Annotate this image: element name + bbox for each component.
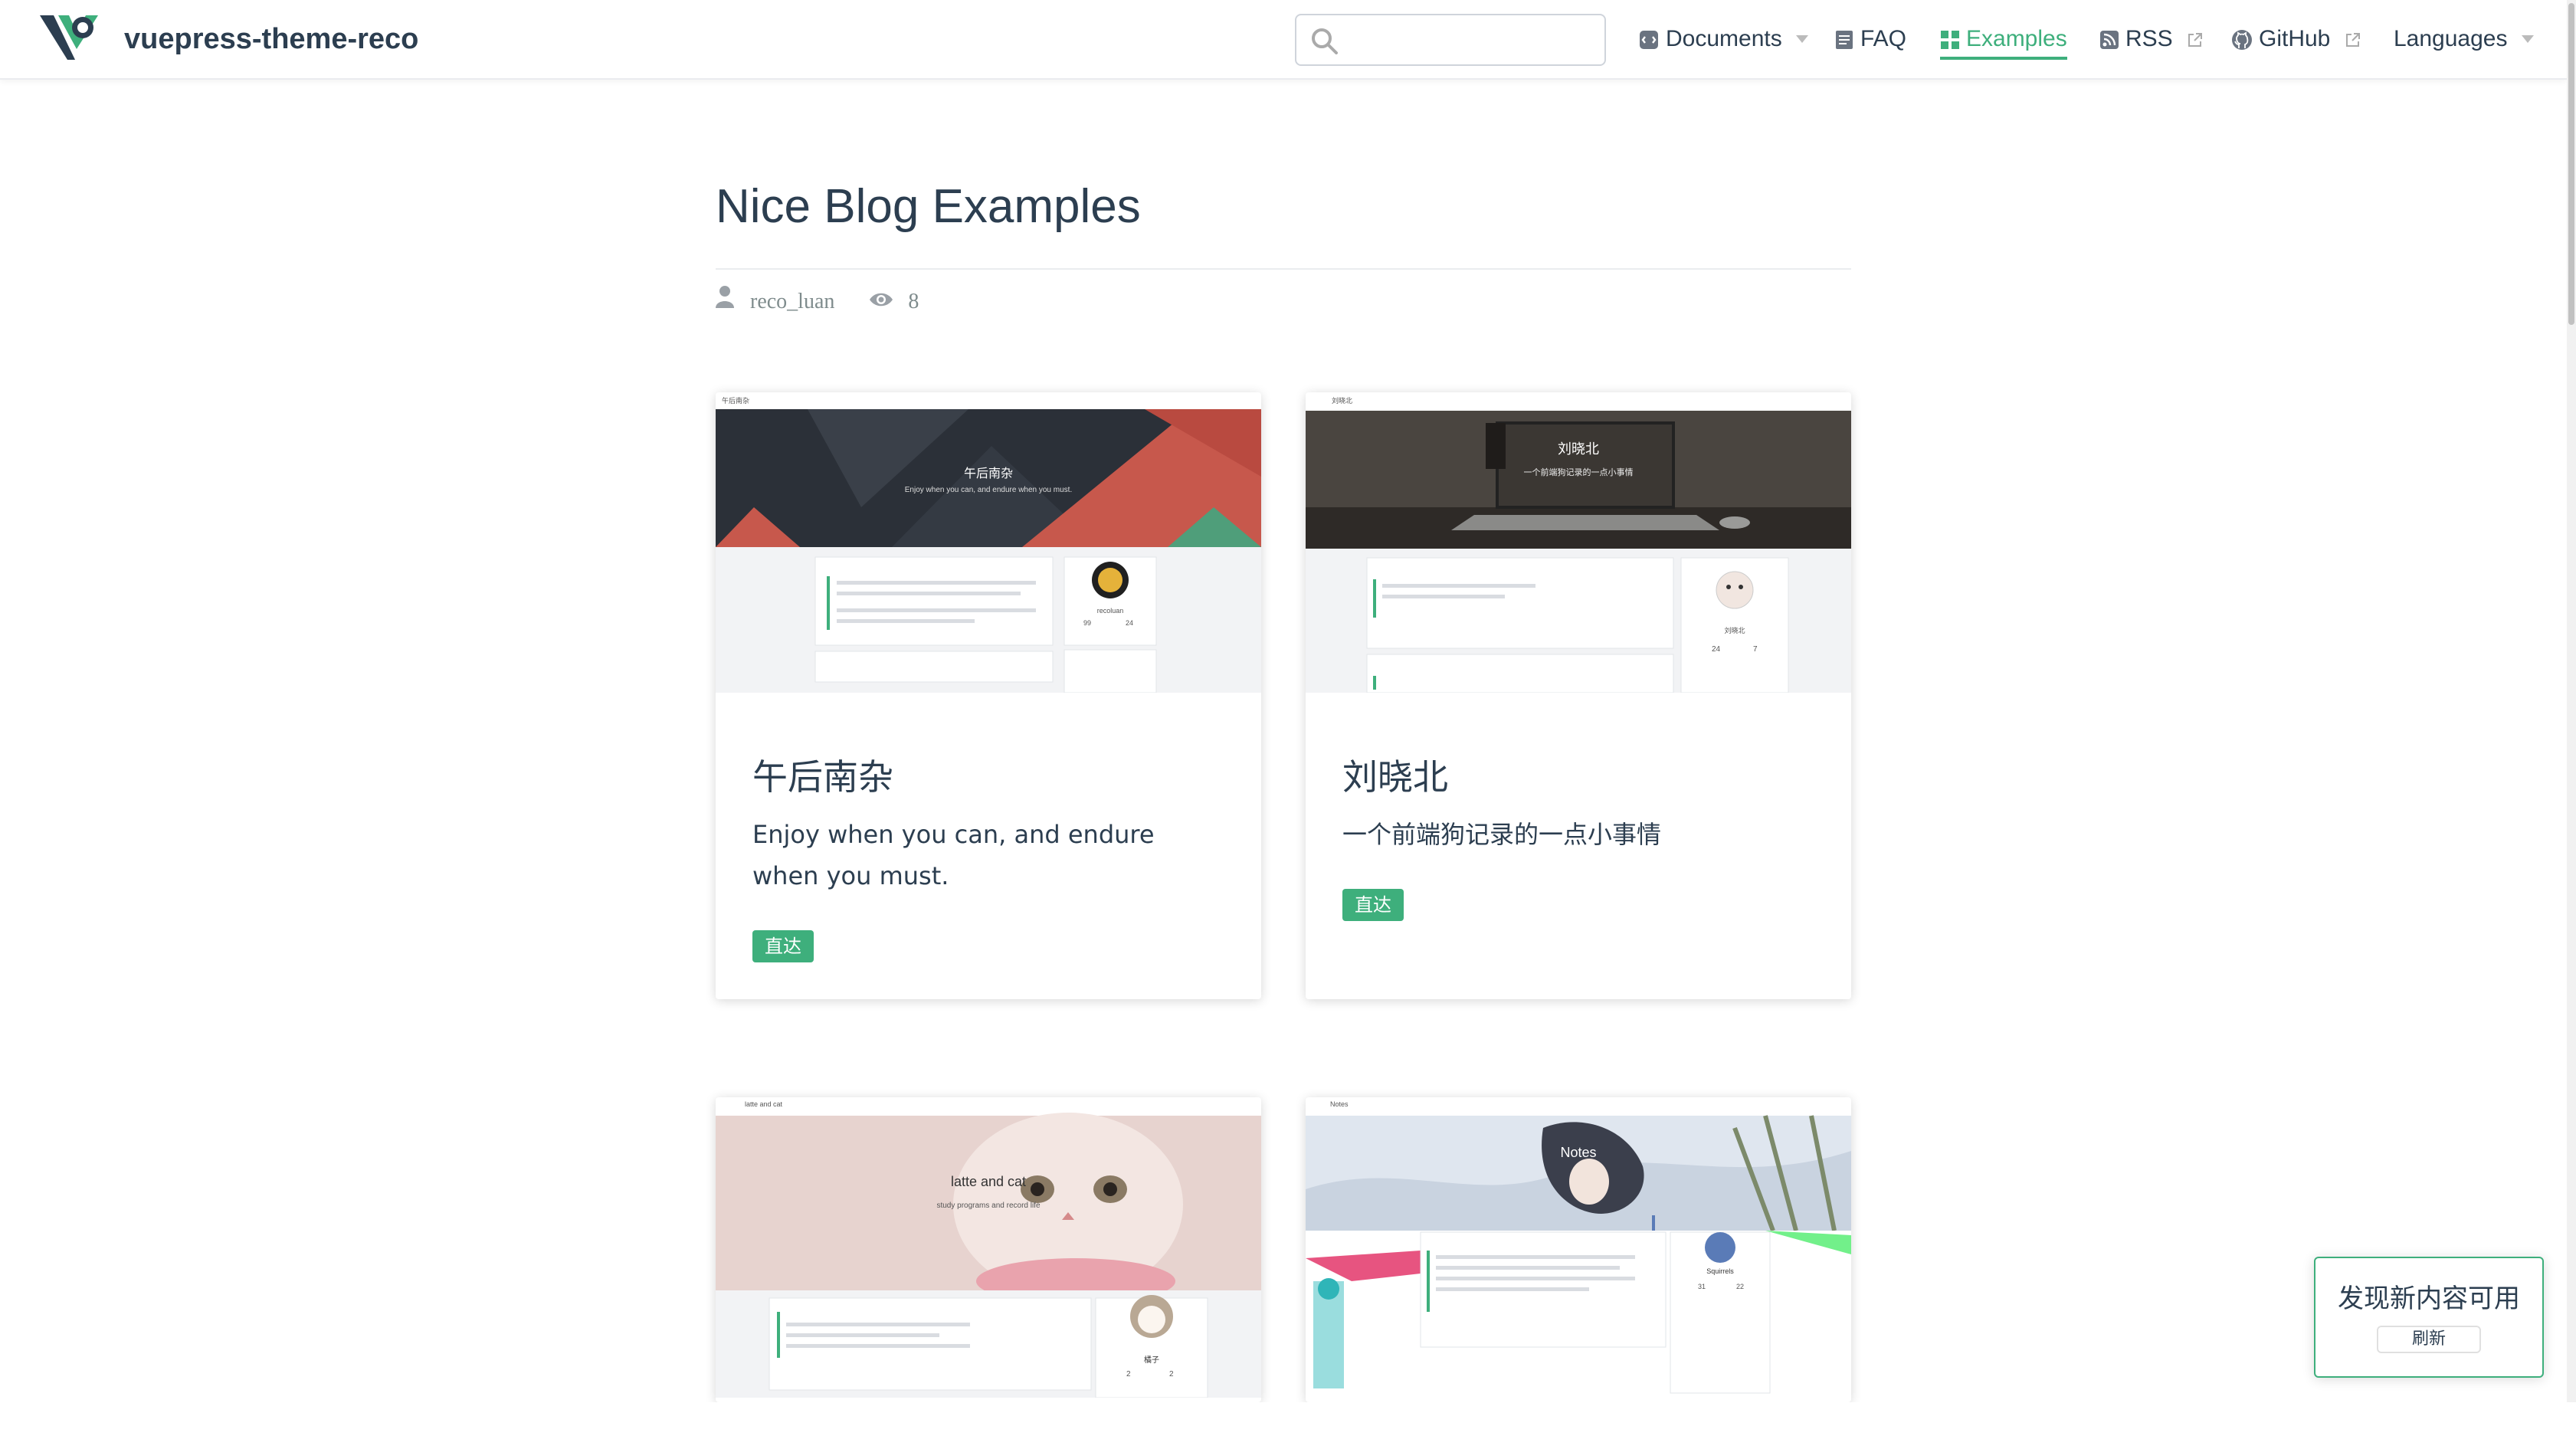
site-screenshot: Notes Notes Squirrels 31 22 [1306, 1097, 1851, 1398]
screenshot-site-label: Notes [1330, 1100, 1349, 1108]
screenshot-author: Squirrels [1706, 1267, 1734, 1275]
page-title: Nice Blog Examples [716, 180, 1141, 233]
screenshot-site-label: 刘晓北 [1332, 397, 1353, 405]
page-meta: reco_luan 8 [716, 284, 919, 317]
nav-rss-label: RSS [2125, 26, 2173, 51]
search-input[interactable] [1350, 23, 1595, 57]
nav-examples-label: Examples [1966, 26, 2067, 51]
screenshot-author: 橘子 [1144, 1356, 1159, 1365]
nav-examples[interactable]: Examples [1940, 21, 2067, 60]
grid-icon [1941, 31, 1959, 50]
nav-github[interactable]: GitHub [2231, 21, 2368, 57]
screenshot-stat: 99 [1083, 619, 1092, 627]
card-description: 一个前端狗记录的一点小事情 [1342, 820, 1662, 849]
screenshot-drawing [1306, 1097, 1851, 1398]
screenshot-stat: 24 [1126, 619, 1134, 627]
nav-faq[interactable]: FAQ [1834, 21, 1906, 57]
nav-documents[interactable]: Documents [1638, 21, 1814, 57]
navbar: vuepress-theme-reco Documents FAQ Exampl… [0, 0, 2567, 80]
screenshot-drawing [716, 392, 1261, 693]
screenshot-site-label: 午后南杂 [722, 397, 750, 405]
scrollbar-thumb[interactable] [2568, 3, 2574, 325]
example-card[interactable]: 刘晓北 刘晓北 一个前端狗记录的一点小事情 刘晓北 24 7 刘晓北 一个前端狗… [1306, 392, 1851, 999]
screenshot-author: 刘晓北 [1724, 627, 1745, 634]
nav-rss[interactable]: RSS [2099, 21, 2210, 57]
bottom-area [0, 1402, 2576, 1449]
example-card[interactable]: Notes Notes Squirrels 31 22 [1306, 1097, 1851, 1402]
chevron-down-icon [2521, 35, 2534, 44]
screenshot-stat: 7 [1753, 645, 1758, 654]
chevron-down-icon [1796, 35, 1809, 44]
view-count: 8 [908, 289, 919, 313]
site-name[interactable]: vuepress-theme-reco [124, 20, 418, 58]
nav-documents-label: Documents [1666, 26, 1782, 51]
visit-button[interactable]: 直达 [752, 930, 814, 962]
title-divider [716, 268, 1851, 270]
update-message: 发现新内容可用 [2338, 1283, 2520, 1314]
visit-button[interactable]: 直达 [1342, 889, 1404, 921]
screenshot-site-label: latte and cat [745, 1100, 783, 1108]
screenshot-title: latte and cat [950, 1174, 1027, 1189]
site-screenshot: latte and cat latte and cat study progra… [716, 1097, 1261, 1398]
screenshot-subtitle: Enjoy when you can, and endure when you … [904, 486, 1073, 494]
card-description: Enjoy when you can, and endure when you … [752, 820, 1155, 890]
search-box[interactable] [1295, 14, 1606, 66]
refresh-button[interactable]: 刷新 [2377, 1326, 2481, 1353]
github-icon [2232, 30, 2252, 51]
nav-languages-label: Languages [2394, 26, 2508, 51]
screenshot-stat: 24 [1712, 645, 1721, 654]
update-toast: 发现新内容可用 刷新 [2314, 1257, 2544, 1378]
screenshot-title: 午后南杂 [963, 467, 1013, 480]
faq-icon [1836, 31, 1853, 50]
search-icon [1312, 28, 1338, 54]
card-title: 刘晓北 [1342, 756, 1448, 798]
screenshot-drawing [1306, 392, 1851, 693]
rss-icon [2100, 31, 2119, 50]
site-screenshot: 午后南杂 午后南杂 Enjoy when you can, and endure… [716, 392, 1261, 693]
screenshot-subtitle: study programs and record life [936, 1201, 1041, 1210]
screenshot-stat: 22 [1736, 1283, 1745, 1290]
eye-icon [869, 285, 893, 319]
card-title: 午后南杂 [752, 756, 893, 798]
documents-icon [1640, 31, 1658, 50]
screenshot-stat: 2 [1169, 1370, 1174, 1379]
example-card[interactable]: latte and cat latte and cat study progra… [716, 1097, 1261, 1402]
nav-faq-label: FAQ [1860, 26, 1907, 51]
nav-languages[interactable]: Languages [2394, 21, 2540, 57]
nav-github-label: GitHub [2259, 26, 2331, 51]
screenshot-stat: 2 [1126, 1370, 1131, 1379]
author-name[interactable]: reco_luan [750, 285, 834, 319]
example-card[interactable]: 午后南杂 午后南杂 Enjoy when you can, and endure… [716, 392, 1261, 999]
screenshot-author: recoluan [1096, 607, 1124, 615]
screenshot-title: 刘晓北 [1558, 441, 1599, 457]
screenshot-stat: 31 [1698, 1283, 1706, 1290]
reco-logo-icon[interactable] [37, 11, 101, 64]
screenshot-title: Notes [1560, 1145, 1597, 1160]
external-link-icon [2345, 33, 2360, 48]
external-link-icon [2188, 33, 2203, 48]
site-screenshot: 刘晓北 刘晓北 一个前端狗记录的一点小事情 刘晓北 24 7 [1306, 392, 1851, 693]
screenshot-subtitle: 一个前端狗记录的一点小事情 [1523, 468, 1634, 477]
user-icon [716, 285, 734, 319]
